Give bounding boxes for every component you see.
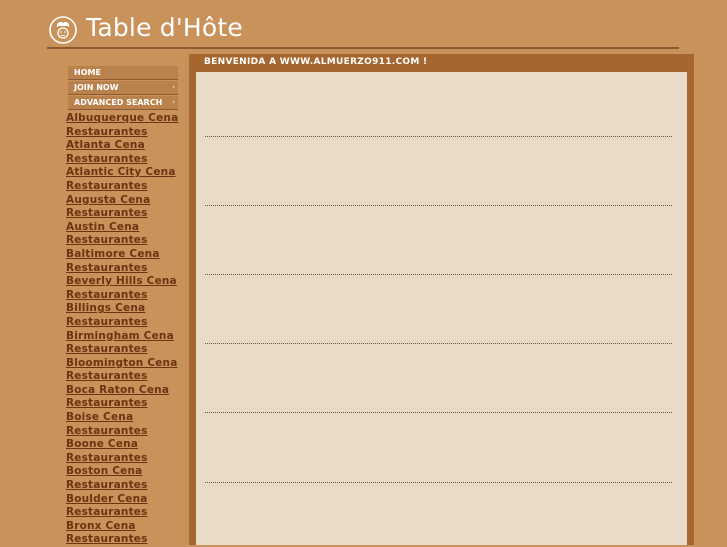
nav-home-label: HOME (74, 68, 101, 77)
city-link[interactable]: Restaurantes (66, 370, 190, 384)
city-link[interactable]: Boulder Cena (66, 493, 190, 507)
city-link[interactable]: Restaurantes (66, 425, 190, 439)
city-link[interactable]: Beverly Hills Cena (66, 275, 190, 289)
city-link[interactable]: Restaurantes (66, 234, 190, 248)
content-separator (205, 136, 672, 137)
content-separator (205, 412, 672, 413)
city-link[interactable]: Restaurantes (66, 289, 190, 303)
content-separator (205, 205, 672, 206)
city-link[interactable]: Boone Cena (66, 438, 190, 452)
nav-join-now-button[interactable]: JOIN NOW › (68, 81, 178, 95)
city-link[interactable]: Restaurantes (66, 207, 190, 221)
nav-home-button[interactable]: HOME (68, 66, 178, 80)
city-link[interactable]: Birmingham Cena (66, 330, 190, 344)
city-link[interactable]: Restaurantes (66, 479, 190, 493)
city-link[interactable]: Atlanta Cena (66, 139, 190, 153)
city-link[interactable]: Restaurantes (66, 452, 190, 466)
city-link[interactable]: Baltimore Cena (66, 248, 190, 262)
city-link[interactable]: Albuquerque Cena (66, 112, 190, 126)
panel-title: BENVENIDA A WWW.ALMUERZO911.COM ! (204, 57, 428, 67)
header-divider (47, 47, 679, 49)
city-link[interactable]: Restaurantes (66, 180, 190, 194)
city-link[interactable]: Restaurantes (66, 126, 190, 140)
content-separator (205, 274, 672, 275)
city-link[interactable]: Restaurantes (66, 316, 190, 330)
city-link[interactable]: Augusta Cena (66, 194, 190, 208)
city-link[interactable]: Restaurantes (66, 262, 190, 276)
chevron-right-icon: › (172, 83, 175, 91)
city-link[interactable]: Boston Cena (66, 465, 190, 479)
main-nav: HOME JOIN NOW › ADVANCED SEARCH › (68, 66, 178, 111)
city-link[interactable]: Boca Raton Cena (66, 384, 190, 398)
content-panel-body (196, 72, 687, 545)
nav-advanced-search-button[interactable]: ADVANCED SEARCH › (68, 96, 178, 110)
nav-join-now-label: JOIN NOW (74, 83, 119, 92)
city-link[interactable]: Restaurantes (66, 153, 190, 167)
chevron-right-icon: › (172, 98, 175, 106)
city-link[interactable]: Bloomington Cena (66, 357, 190, 371)
city-link[interactable]: Restaurantes (66, 397, 190, 411)
city-link[interactable]: Atlantic City Cena (66, 166, 190, 180)
city-link[interactable]: Austin Cena (66, 221, 190, 235)
city-link[interactable]: Boise Cena (66, 411, 190, 425)
chef-face-icon (49, 16, 77, 44)
city-list: Albuquerque Cena Restaurantes Atlanta Ce… (66, 112, 190, 547)
content-separator (205, 343, 672, 344)
city-link[interactable]: Bronx Cena (66, 520, 190, 534)
site-logo-text[interactable]: Table d'Hôte (86, 13, 243, 42)
content-separator (205, 482, 672, 483)
nav-advanced-search-label: ADVANCED SEARCH (74, 98, 163, 107)
city-link[interactable]: Restaurantes (66, 506, 190, 520)
city-link[interactable]: Restaurantes (66, 343, 190, 357)
city-link[interactable]: Billings Cena (66, 302, 190, 316)
